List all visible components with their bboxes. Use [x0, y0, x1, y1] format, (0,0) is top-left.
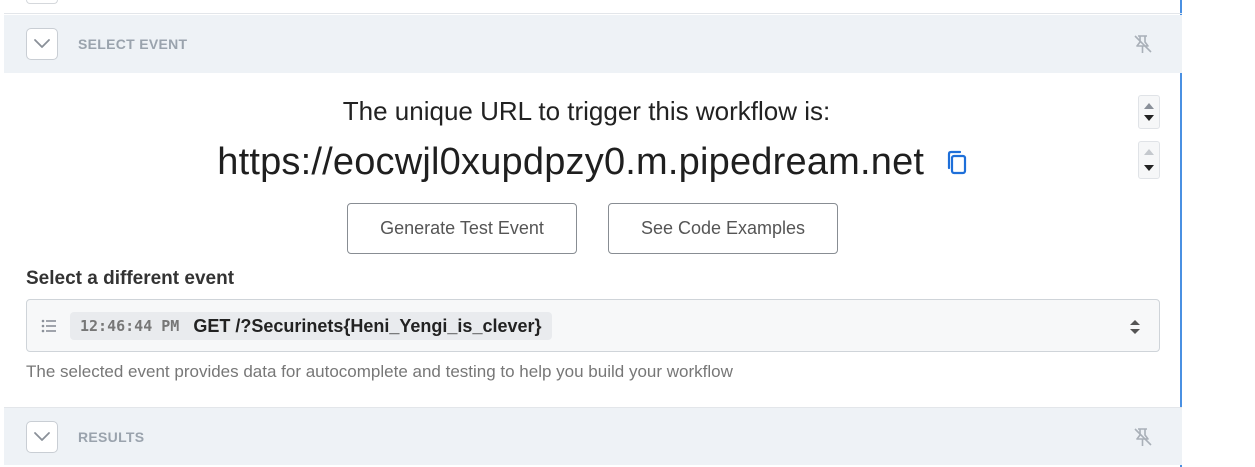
chevron-down-icon — [34, 39, 50, 48]
spinner-up-icon[interactable] — [1144, 103, 1154, 109]
page-scrollbar[interactable] — [1240, 0, 1255, 467]
see-code-examples-button[interactable]: See Code Examples — [608, 203, 838, 254]
selected-event-request: GET /?Securinets{Heni_Yengi_is_clever} — [193, 315, 542, 336]
results-pin-button[interactable] — [1132, 426, 1154, 448]
spinner-down-icon[interactable] — [1144, 115, 1154, 121]
selected-event-time: 12:46:44 PM — [80, 317, 180, 335]
event-helper-text: The selected event provides data for aut… — [26, 362, 733, 381]
trigger-url-row: https://eocwjl0xupdpzy0.m.pipedream.net — [4, 140, 1182, 184]
selected-event-chip: 12:46:44 PM GET /?Securinets{Heni_Yengi_… — [70, 312, 552, 340]
sort-icon — [1130, 320, 1140, 334]
select-event-pin-button[interactable] — [1132, 33, 1154, 55]
spinner-up-icon[interactable] — [1144, 149, 1154, 155]
generate-test-event-button[interactable]: Generate Test Event — [347, 203, 577, 254]
results-toggle[interactable] — [26, 420, 58, 453]
label-font-spinner[interactable] — [1138, 95, 1160, 129]
previous-toggle-edge[interactable] — [26, 0, 58, 4]
url-font-spinner[interactable] — [1138, 141, 1160, 179]
select-different-event-label: Select a different event — [26, 268, 235, 289]
select-event-toggle[interactable] — [26, 28, 58, 60]
trigger-url-label: The unique URL to trigger this workflow … — [342, 96, 831, 126]
copy-icon[interactable] — [945, 150, 969, 176]
select-event-header[interactable]: SELECT EVENT — [4, 15, 1182, 73]
results-header[interactable]: RESULTS — [4, 407, 1182, 465]
spinner-down-icon[interactable] — [1144, 165, 1154, 171]
trigger-url[interactable]: https://eocwjl0xupdpzy0.m.pipedream.net — [217, 141, 924, 184]
select-event-title: SELECT EVENT — [78, 36, 188, 52]
results-title: RESULTS — [78, 428, 145, 445]
unpin-icon — [1134, 35, 1152, 53]
list-icon — [41, 319, 56, 333]
event-select[interactable]: 12:46:44 PM GET /?Securinets{Heni_Yengi_… — [26, 299, 1160, 352]
previous-section-edge — [4, 0, 1182, 14]
unpin-icon — [1134, 427, 1152, 446]
chevron-down-icon — [34, 431, 50, 441]
workflow-panel: SELECT EVENT The unique URL to trigger t… — [4, 0, 1182, 467]
